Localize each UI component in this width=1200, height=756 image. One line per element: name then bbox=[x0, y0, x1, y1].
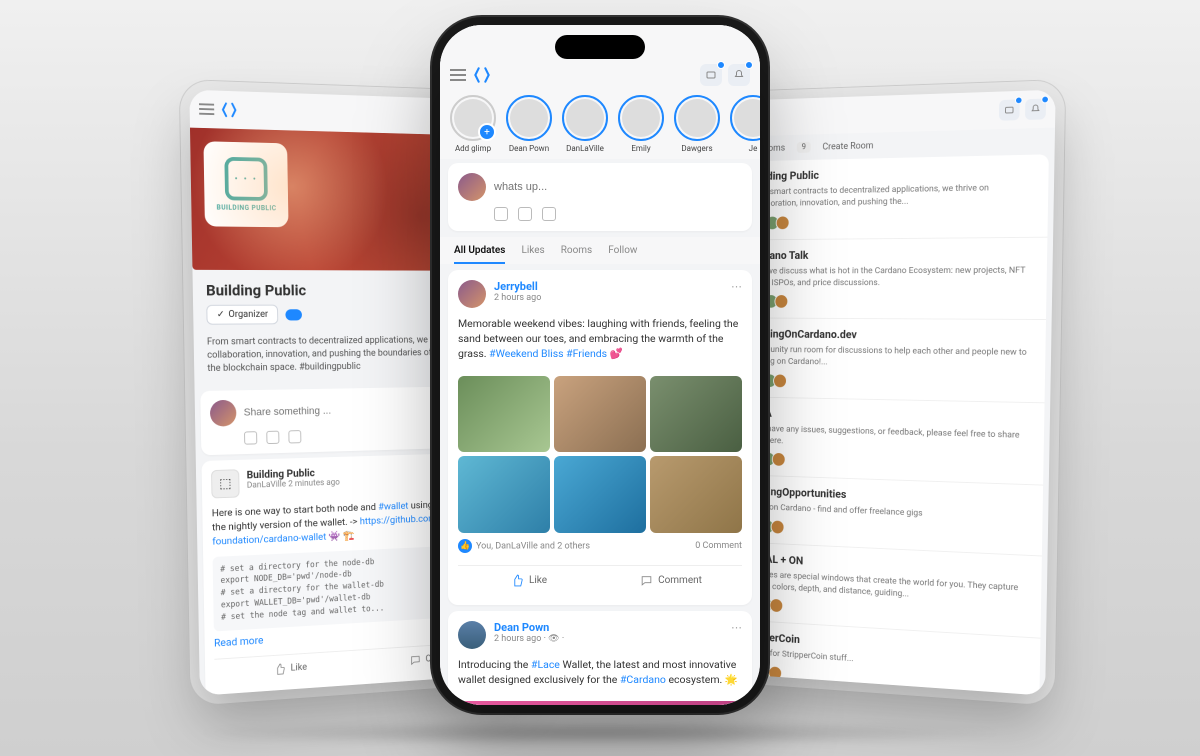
composer[interactable] bbox=[448, 163, 752, 231]
video-embed[interactable]: Lace Wallet for Cardano ADA: Exclusive F… bbox=[458, 701, 742, 705]
user-avatar bbox=[458, 173, 486, 201]
post-menu-icon[interactable]: ⋯ bbox=[731, 280, 742, 293]
like-button[interactable]: Like bbox=[458, 566, 600, 595]
post-body: Memorable weekend vibes: laughing with f… bbox=[458, 308, 742, 370]
notifications-icon[interactable] bbox=[1025, 99, 1046, 120]
post-time: 2 hours ago bbox=[494, 293, 541, 303]
comments-count[interactable]: 0 Comment bbox=[695, 541, 742, 551]
story-item[interactable]: DanLaVille bbox=[560, 95, 610, 153]
composer-input[interactable] bbox=[494, 181, 742, 193]
app-logo[interactable] bbox=[220, 100, 239, 119]
phone-center: Add glimp Dean Pown DanLaVille Emily Dawgers… bbox=[440, 25, 760, 705]
post-image[interactable] bbox=[554, 456, 646, 533]
menu-icon[interactable] bbox=[450, 74, 466, 76]
stories-row: Add glimp Dean Pown DanLaVille Emily Dawgers… bbox=[440, 89, 760, 159]
menu-icon[interactable] bbox=[199, 108, 214, 110]
topbar bbox=[440, 25, 760, 89]
hashtag-link[interactable]: #Lace bbox=[531, 658, 560, 671]
app-logo[interactable] bbox=[472, 65, 492, 85]
notifications-toggle[interactable] bbox=[285, 309, 302, 320]
post-time: 2 hours ago bbox=[494, 634, 541, 644]
room-members bbox=[746, 373, 1032, 392]
tab-likes[interactable]: Likes bbox=[521, 245, 544, 264]
room-item[interactable]: Cardano Talk Here we discuss what is hot … bbox=[735, 237, 1047, 320]
messages-icon[interactable] bbox=[700, 64, 722, 86]
room-name: Cardano Talk bbox=[748, 247, 1034, 262]
attach-poll-icon[interactable] bbox=[542, 207, 556, 221]
attach-gif-icon[interactable] bbox=[266, 431, 279, 444]
room-item[interactable]: VYRAIf you have any issues, suggestions,… bbox=[732, 397, 1044, 486]
likes-summary[interactable]: 👍You, DanLaVille and 2 others bbox=[458, 539, 590, 553]
attach-gif-icon[interactable] bbox=[518, 207, 532, 221]
post-author[interactable]: Dean Pown bbox=[494, 621, 564, 634]
tab-create-room[interactable]: Create Room bbox=[822, 140, 873, 151]
tab-follow[interactable]: Follow bbox=[608, 245, 637, 264]
post-time: 2 minutes ago bbox=[288, 478, 340, 489]
messages-icon[interactable] bbox=[999, 99, 1020, 120]
room-desc: Here we discuss what is hot in the Carda… bbox=[747, 264, 1033, 289]
post-author-avatar[interactable] bbox=[458, 280, 486, 308]
image-grid bbox=[458, 376, 742, 533]
room-members bbox=[748, 212, 1034, 230]
room-desc: Community run room for discussions to he… bbox=[746, 344, 1032, 372]
room-members bbox=[744, 452, 1030, 476]
post-room-avatar[interactable]: ⬚ bbox=[211, 469, 240, 498]
story-item[interactable]: Emily bbox=[616, 95, 666, 153]
attach-image-icon[interactable] bbox=[244, 431, 257, 444]
room-members bbox=[747, 294, 1033, 309]
user-avatar bbox=[210, 400, 237, 427]
post-image[interactable] bbox=[650, 456, 742, 533]
story-label: Je bbox=[728, 144, 760, 153]
hashtag-link[interactable]: #Cardano bbox=[620, 673, 666, 686]
attach-poll-icon[interactable] bbox=[288, 430, 301, 443]
room-desc: From smart contracts to decentralized ap… bbox=[749, 181, 1036, 210]
organizer-chip[interactable]: ✓Organizer bbox=[206, 305, 278, 325]
post-card: Dean Pown 2 hours ago · 👁 · ⋯ Introducin… bbox=[448, 611, 752, 705]
story-label: Add glimp bbox=[448, 144, 498, 153]
post-menu-icon[interactable]: ⋯ bbox=[731, 621, 742, 634]
tab-all-updates[interactable]: All Updates bbox=[454, 245, 505, 264]
room-item[interactable]: BuildingOnCardano.devCommunity run room … bbox=[734, 319, 1046, 404]
post-card: Jerrybell 2 hours ago ⋯ Memorable weeken… bbox=[448, 270, 752, 605]
room-logo-caption: BUILDING PUBLIC bbox=[217, 204, 277, 212]
post-body: Introducing the #Lace Wallet, the latest… bbox=[458, 649, 742, 695]
like-button[interactable]: Like bbox=[214, 650, 365, 687]
hashtag-link[interactable]: #wallet bbox=[378, 500, 408, 513]
post-image[interactable] bbox=[554, 376, 646, 453]
story-item[interactable]: Je bbox=[728, 95, 760, 153]
story-label: Dawgers bbox=[672, 144, 722, 153]
post-image[interactable] bbox=[650, 376, 742, 453]
story-label: Dean Pown bbox=[504, 144, 554, 153]
story-label: Emily bbox=[616, 144, 666, 153]
tab-rooms[interactable]: Rooms bbox=[561, 245, 593, 264]
story-item[interactable]: Dean Pown bbox=[504, 95, 554, 153]
post-image[interactable] bbox=[458, 376, 550, 453]
story-item[interactable]: Dawgers bbox=[672, 95, 722, 153]
post-image[interactable] bbox=[458, 456, 550, 533]
attach-image-icon[interactable] bbox=[494, 207, 508, 221]
rooms-list: Building PublicFrom smart contracts to d… bbox=[728, 154, 1049, 695]
story-label: DanLaVille bbox=[560, 144, 610, 153]
story-item[interactable]: Add glimp bbox=[448, 95, 498, 153]
hashtag-link[interactable]: #Weekend Bliss bbox=[489, 347, 563, 360]
tablet-right: My Rooms 9 Create Room Building PublicFr… bbox=[724, 90, 1056, 696]
room-item[interactable]: Building PublicFrom smart contracts to d… bbox=[736, 154, 1049, 240]
room-name: Building Public bbox=[749, 164, 1035, 183]
feed-tabs: All Updates Likes Rooms Follow bbox=[440, 237, 760, 264]
post-author-avatar[interactable] bbox=[458, 621, 486, 649]
room-name: BuildingOnCardano.dev bbox=[747, 328, 1033, 343]
room-logo: BUILDING PUBLIC bbox=[203, 141, 288, 227]
post-author[interactable]: DanLaVille bbox=[247, 480, 286, 491]
comment-button[interactable]: Comment bbox=[600, 566, 742, 595]
room-count-badge: 9 bbox=[797, 142, 810, 153]
notifications-icon[interactable] bbox=[728, 64, 750, 86]
hashtag-link[interactable]: #Friends bbox=[564, 347, 608, 360]
post-author[interactable]: Jerrybell bbox=[494, 280, 541, 293]
room-desc: If you have any issues, suggestions, or … bbox=[745, 422, 1031, 454]
